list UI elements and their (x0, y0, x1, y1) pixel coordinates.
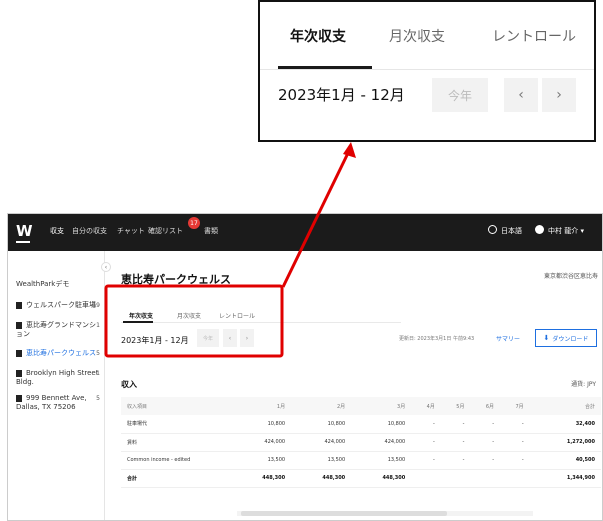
sidebar-item-ebisu-park[interactable]: 恵比寿パークウェルス 5 (16, 349, 102, 358)
sidebar-item-dallas[interactable]: 999 Bennett Ave, Dallas, TX 75206 5 (16, 394, 102, 412)
tab-annual[interactable]: 年次収支 (290, 26, 346, 46)
next-button[interactable]: › (542, 78, 576, 112)
building-icon (16, 349, 22, 357)
column-header: 3月 (351, 397, 412, 415)
column-header: 2月 (291, 397, 352, 415)
arrowhead (343, 142, 356, 158)
table-header-row: 収入項目 1月 2月 3月 4月 5月 6月 7月 合計 (121, 397, 601, 415)
tab-underline (123, 321, 153, 323)
page-title: 恵比寿パークウェルス (121, 273, 231, 286)
column-header: 1月 (231, 397, 292, 415)
column-header: 7月 (500, 397, 530, 415)
tab-monthly[interactable]: 月次収支 (177, 311, 201, 320)
prev-button[interactable]: ‹ (223, 329, 237, 347)
nav-chat[interactable]: チャット (117, 226, 145, 236)
income-table: 収入項目 1月 2月 3月 4月 5月 6月 7月 合計 駐車場代 10,800… (121, 397, 601, 488)
nav-checklist[interactable]: 確認リスト (148, 226, 183, 236)
download-icon: ⬇ (543, 334, 550, 342)
building-icon (16, 369, 22, 377)
main-content: 恵比寿パークウェルス 東京都渋谷区恵比寿 年次収支 月次収支 レントロール 20… (105, 251, 602, 520)
section-title: 収入 (121, 380, 137, 389)
table-total-row: 合計 448,300 448,300 448,300 1,344,900 (121, 469, 601, 488)
sidebar-item-brooklyn[interactable]: Brooklyn High Street Bldg. 1 (16, 369, 102, 387)
prev-button[interactable]: ‹ (504, 78, 538, 112)
sidebar-item-ebisu-grand[interactable]: 恵比寿グランドマンション 1 (16, 321, 102, 339)
download-button[interactable]: ⬇ ダウンロード (535, 329, 597, 347)
tab-monthly[interactable]: 月次収支 (389, 26, 445, 46)
date-range: 2023年1月 - 12月 (278, 86, 405, 104)
summary-button[interactable]: サマリー (489, 329, 527, 347)
wealthpark-logo[interactable]: W (16, 222, 33, 243)
building-icon (16, 321, 22, 329)
horizontal-scrollbar-thumb[interactable] (241, 511, 447, 516)
sidebar-title: WealthParkデモ (16, 280, 70, 288)
tab-rent-roll[interactable]: レントロール (219, 311, 255, 320)
table-row: Common income - edited 13,500 13,500 13,… (121, 451, 601, 470)
property-address: 東京都渋谷区恵比寿 (543, 273, 598, 280)
table-row: 賃料 424,000 424,000 424,000 - - - - 1,272… (121, 433, 601, 452)
nav-documents[interactable]: 書類 (204, 226, 218, 236)
column-header: 合計 (529, 397, 601, 415)
sidebar: WealthParkデモ ウェルスパーク駐車場 19 恵比寿グランドマンション … (8, 251, 105, 520)
this-year-button[interactable]: 今年 (432, 78, 488, 112)
column-header: 6月 (470, 397, 501, 415)
tab-bar: 年次収支 月次収支 レントロール (121, 303, 401, 323)
app-screenshot: W 収支 自分の収支 チャット 確認リスト 17 書類 日本語 中村 龍介 ▾ … (7, 213, 603, 521)
tab-rent-roll[interactable]: レントロール (492, 26, 576, 46)
currency-label: 通貨: JPY (571, 381, 596, 388)
column-header: 4月 (411, 397, 441, 415)
tab-annual[interactable]: 年次収支 (129, 311, 153, 320)
building-icon (16, 301, 22, 309)
this-year-button[interactable]: 今年 (197, 329, 219, 347)
updated-timestamp: 更新日: 2023年3月1日 午前9:43 (399, 336, 475, 342)
table-row: 駐車場代 10,800 10,800 10,800 - - - - 32,400 (121, 415, 601, 434)
notification-badge: 17 (188, 217, 200, 229)
language-selector[interactable]: 日本語 (501, 226, 522, 236)
date-range: 2023年1月 - 12月 (121, 336, 189, 345)
building-icon (16, 394, 22, 402)
tab-underline (278, 66, 372, 69)
tab-bar: 年次収支 月次収支 レントロール (260, 2, 594, 70)
zoom-callout: 年次収支 月次収支 レントロール 2023年1月 - 12月 今年 ‹ › (258, 0, 596, 142)
nav-income[interactable]: 収支 (50, 226, 64, 236)
user-icon (535, 225, 544, 234)
top-navbar: W 収支 自分の収支 チャット 確認リスト 17 書類 日本語 中村 龍介 ▾ (8, 214, 602, 251)
user-menu[interactable]: 中村 龍介 ▾ (548, 226, 584, 236)
column-header: 収入項目 (121, 397, 231, 415)
column-header: 5月 (440, 397, 471, 415)
globe-icon (488, 225, 497, 234)
sidebar-item-parking[interactable]: ウェルスパーク駐車場 19 (16, 301, 102, 310)
next-button[interactable]: › (240, 329, 254, 347)
nav-my-income[interactable]: 自分の収支 (72, 226, 107, 236)
